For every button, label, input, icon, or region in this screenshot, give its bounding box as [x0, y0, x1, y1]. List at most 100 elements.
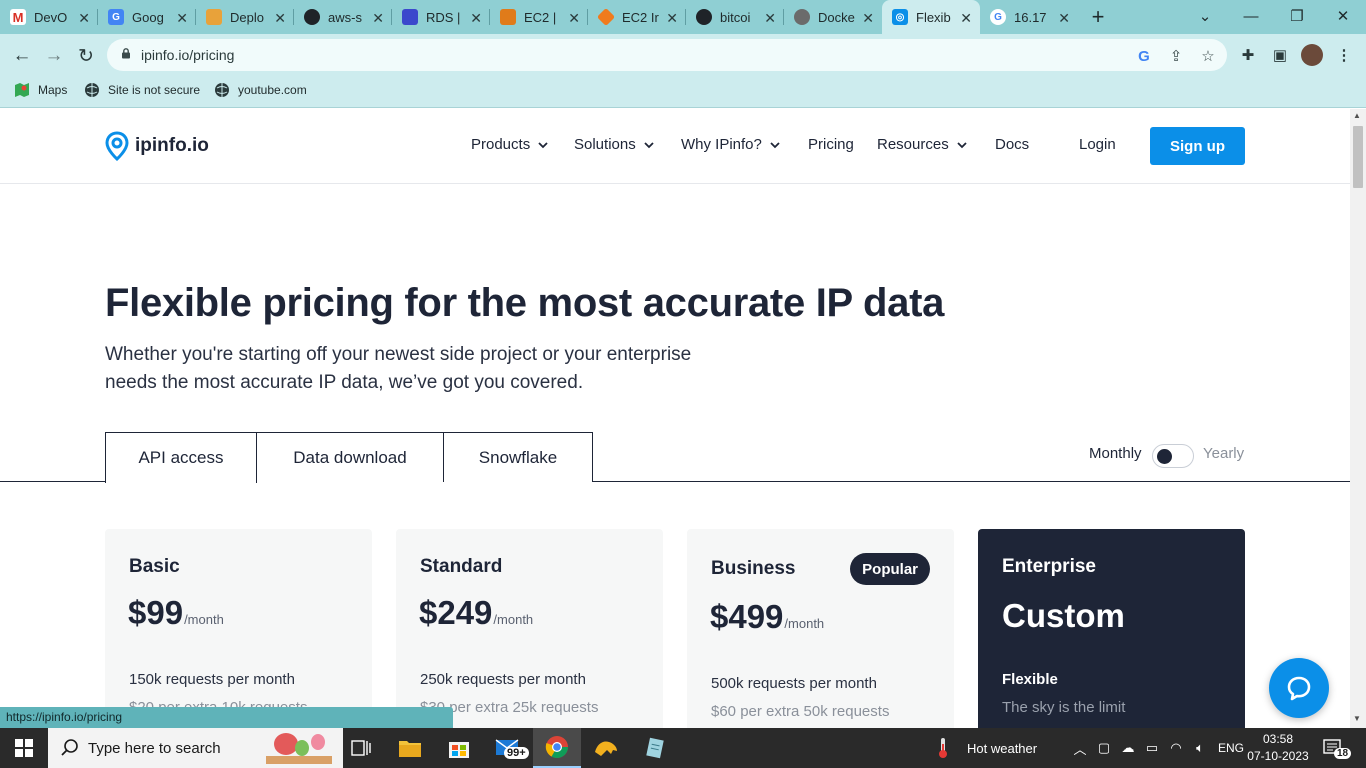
site-logo[interactable]: ipinfo.io	[105, 131, 209, 161]
chevron-up-icon[interactable]: ︿	[1068, 739, 1092, 758]
nav-products[interactable]: Products	[471, 136, 548, 153]
close-tab-icon[interactable]: ✕	[176, 10, 188, 27]
restore-button[interactable]: ❐	[1274, 0, 1320, 32]
browser-tab[interactable]: G Goog ✕	[98, 0, 196, 34]
chrome-icon[interactable]	[533, 728, 581, 768]
close-tab-icon[interactable]: ✕	[78, 10, 90, 27]
language-indicator[interactable]: ENG	[1218, 741, 1244, 755]
rds-icon	[402, 9, 418, 25]
browser-tab[interactable]: Deplo ✕	[196, 0, 294, 34]
nav-solutions[interactable]: Solutions	[574, 136, 654, 153]
bookmark-label: youtube.com	[238, 83, 307, 97]
address-bar[interactable]: ipinfo.io/pricing G ⇪ ☆	[107, 39, 1227, 71]
close-tab-icon[interactable]: ✕	[666, 10, 678, 27]
menu-icon[interactable]: ⋮	[1333, 44, 1355, 66]
browser-tab[interactable]: EC2 Ir ✕	[588, 0, 686, 34]
bookmark-youtube[interactable]: youtube.com	[214, 82, 307, 98]
nav-why-ipinfo[interactable]: Why IPinfo?	[681, 136, 780, 153]
tab-snowflake[interactable]: Snowflake	[443, 432, 593, 482]
plan-requests: 150k requests per month	[129, 671, 295, 688]
browser-tab[interactable]: G 16.17 ✕	[980, 0, 1078, 34]
reload-icon[interactable]: ↻	[72, 42, 100, 70]
file-explorer-icon[interactable]	[386, 728, 434, 768]
browser-tab[interactable]: RDS | ✕	[392, 0, 490, 34]
nav-resources[interactable]: Resources	[877, 136, 967, 153]
close-tab-icon[interactable]: ✕	[862, 10, 874, 27]
browser-tab[interactable]: EC2 | ✕	[490, 0, 588, 34]
browser-tab-active[interactable]: ◎ Flexib ✕	[882, 0, 980, 34]
browser-tab[interactable]: aws-s ✕	[294, 0, 392, 34]
close-tab-icon[interactable]: ✕	[372, 10, 384, 27]
share-icon[interactable]: ⇪	[1166, 46, 1186, 66]
bookmark-star-icon[interactable]: ☆	[1198, 46, 1218, 66]
side-panel-icon[interactable]: ▣	[1269, 44, 1291, 66]
scrollbar-thumb[interactable]	[1353, 126, 1363, 188]
profile-avatar[interactable]	[1301, 44, 1323, 66]
volume-icon[interactable]: 🔈︎	[1188, 740, 1212, 756]
globe-icon	[84, 82, 100, 98]
tab-title: Deplo	[230, 9, 264, 25]
google-icon: G	[990, 9, 1006, 25]
close-tab-icon[interactable]: ✕	[470, 10, 482, 27]
browser-tab[interactable]: bitcoi ✕	[686, 0, 784, 34]
onedrive-icon[interactable]: ☁	[1116, 740, 1140, 756]
meet-now-icon[interactable]: ▢	[1092, 740, 1116, 756]
forward-icon[interactable]: →	[40, 42, 68, 70]
start-button[interactable]	[0, 728, 48, 768]
price-amount: Custom	[1002, 597, 1125, 634]
google-lens-icon[interactable]: G	[1134, 46, 1154, 66]
nav-pricing[interactable]: Pricing	[808, 136, 854, 153]
scroll-up-arrow[interactable]: ▲	[1353, 111, 1361, 120]
close-tab-icon[interactable]: ✕	[1058, 10, 1070, 27]
tab-api-access[interactable]: API access	[105, 432, 257, 483]
logo-text: ipinfo.io	[135, 135, 209, 156]
bookmark-site-not-secure[interactable]: Site is not secure	[84, 82, 200, 98]
mail-badge: 99+	[504, 747, 529, 759]
notepad-icon[interactable]	[631, 728, 679, 768]
lock-icon[interactable]	[121, 48, 131, 59]
github-icon	[304, 9, 320, 25]
notification-center-button[interactable]: 18	[1322, 728, 1352, 768]
price-amount: $249	[419, 594, 493, 631]
close-tab-icon[interactable]: ✕	[764, 10, 776, 27]
price-period: /month	[184, 612, 224, 627]
browser-tab[interactable]: M DevO ✕	[0, 0, 98, 34]
minimize-button[interactable]: —	[1228, 0, 1274, 32]
bookmark-maps[interactable]: Maps	[14, 82, 67, 98]
chat-launcher-button[interactable]	[1269, 658, 1329, 718]
clock-date: 07-10-2023	[1247, 749, 1309, 763]
tab-search-icon[interactable]: ⌄	[1182, 0, 1228, 32]
microsoft-store-icon[interactable]	[435, 728, 483, 768]
scroll-down-arrow[interactable]: ▼	[1353, 714, 1361, 723]
plan-name: Business	[711, 558, 796, 579]
login-link[interactable]: Login	[1079, 136, 1116, 153]
close-tab-icon[interactable]: ✕	[960, 10, 972, 27]
billing-monthly-label[interactable]: Monthly	[1089, 445, 1142, 462]
close-window-button[interactable]: ✕	[1320, 0, 1366, 32]
task-view-icon[interactable]	[337, 728, 385, 768]
clock[interactable]: 03:58 07-10-2023	[1245, 731, 1311, 765]
signup-button[interactable]: Sign up	[1150, 127, 1245, 165]
windows-taskbar: Type here to search 99+ Hot weather ︿ ▢ …	[0, 728, 1366, 768]
close-tab-icon[interactable]: ✕	[274, 10, 286, 27]
wifi-icon[interactable]: ◠	[1164, 740, 1188, 756]
back-icon[interactable]: ←	[8, 42, 36, 70]
new-tab-button[interactable]: +	[1078, 0, 1118, 34]
billing-yearly-label[interactable]: Yearly	[1203, 445, 1244, 462]
tab-title: EC2 |	[524, 9, 557, 25]
battery-icon[interactable]: ▭	[1140, 740, 1164, 756]
mail-icon[interactable]: 99+	[484, 728, 532, 768]
close-tab-icon[interactable]: ✕	[568, 10, 580, 27]
app-icon[interactable]	[582, 728, 630, 768]
page-scrollbar[interactable]: ▲ ▼	[1350, 109, 1366, 728]
taskbar-search[interactable]: Type here to search	[48, 728, 343, 768]
url-text[interactable]: ipinfo.io/pricing	[141, 47, 234, 63]
extensions-icon[interactable]: ✚	[1237, 44, 1259, 66]
browser-tab[interactable]: Docke ✕	[784, 0, 882, 34]
billing-toggle[interactable]	[1152, 444, 1194, 468]
plan-requests: 250k requests per month	[420, 671, 586, 688]
tab-data-download[interactable]: Data download	[256, 432, 444, 482]
product-tabs: API access Data download Snowflake Month…	[0, 432, 1350, 483]
weather-widget[interactable]: Hot weather	[935, 728, 1037, 768]
nav-docs[interactable]: Docs	[995, 136, 1029, 153]
